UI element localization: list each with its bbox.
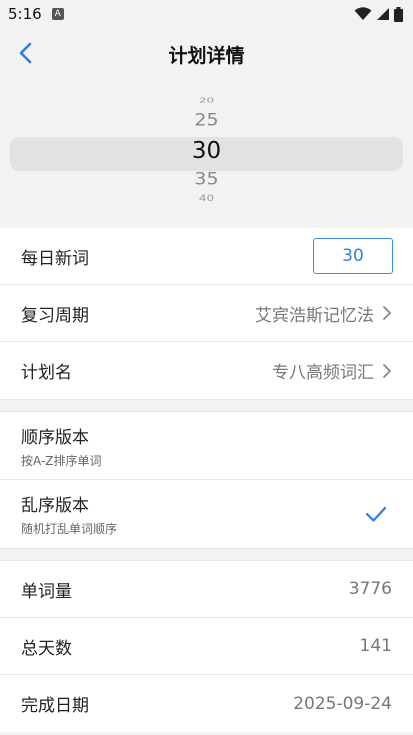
review-cycle-value-wrap: 艾宾浩斯记忆法 — [255, 301, 392, 326]
status-bar: 5:16 A — [0, 0, 413, 28]
section-divider — [0, 548, 413, 561]
section-divider — [0, 399, 413, 412]
review-cycle-label: 复习周期 — [21, 305, 89, 326]
settings-group: 每日新词 30 复习周期 艾宾浩斯记忆法 计划名 专八高频词汇 — [0, 228, 413, 399]
daily-new-words-row[interactable]: 每日新词 30 — [0, 228, 413, 285]
back-button[interactable] — [10, 38, 40, 68]
order-options-group: 顺序版本 按A-Z排序单词 乱序版本 随机打乱单词顺序 — [0, 412, 413, 548]
plan-name-row[interactable]: 计划名 专八高频词汇 — [0, 342, 413, 399]
signal-icon — [377, 8, 389, 20]
app-notification-icon: A — [51, 8, 64, 20]
picker-item[interactable]: 25 — [0, 110, 413, 130]
page-title: 计划详情 — [168, 44, 245, 67]
total-days-row: 总天数 141 — [0, 618, 413, 675]
finish-date-value: 2025-09-24 — [293, 693, 392, 714]
picker-item[interactable]: 35 — [0, 169, 413, 189]
stats-group: 单词量 3776 总天数 141 完成日期 2025-09-24 — [0, 561, 413, 732]
picker-item-selected[interactable]: 30 — [0, 138, 413, 164]
chevron-left-icon — [19, 42, 32, 64]
review-cycle-row[interactable]: 复习周期 艾宾浩斯记忆法 — [0, 285, 413, 342]
wifi-icon — [354, 7, 372, 20]
review-cycle-value: 艾宾浩斯记忆法 — [255, 305, 374, 326]
order-option-random[interactable]: 乱序版本 随机打乱单词顺序 — [0, 480, 413, 548]
plan-name-label: 计划名 — [21, 363, 72, 383]
daily-new-words-value[interactable]: 30 — [313, 238, 393, 274]
plan-name-value-wrap: 专八高频词汇 — [272, 358, 392, 383]
status-right — [354, 6, 403, 22]
total-days-label: 总天数 — [21, 638, 72, 659]
chevron-right-icon — [383, 363, 391, 378]
option-text: 顺序版本 按A-Z排序单词 — [21, 423, 102, 469]
checkmark-icon — [365, 506, 387, 522]
picker-item[interactable]: 20 — [0, 96, 413, 104]
option-title: 乱序版本 — [21, 496, 89, 516]
header: 计划详情 — [0, 28, 413, 80]
status-time: 5:16 — [8, 5, 42, 23]
option-subtitle: 按A-Z排序单词 — [21, 453, 102, 468]
option-subtitle: 随机打乱单词顺序 — [21, 522, 118, 536]
finish-date-row: 完成日期 2025-09-24 — [0, 675, 413, 732]
daily-words-picker[interactable]: 20 25 30 35 40 — [0, 80, 413, 228]
daily-new-words-label: 每日新词 — [21, 248, 89, 269]
chevron-right-icon — [383, 306, 391, 320]
plan-name-value: 专八高频词汇 — [272, 363, 374, 383]
status-left: 5:16 A — [8, 5, 64, 23]
finish-date-label: 完成日期 — [21, 696, 89, 716]
word-count-value: 3776 — [348, 579, 392, 599]
picker-item[interactable]: 40 — [0, 193, 413, 203]
option-title: 顺序版本 — [21, 427, 89, 448]
total-days-value: 141 — [359, 636, 392, 656]
word-count-row: 单词量 3776 — [0, 561, 413, 618]
battery-icon — [394, 6, 403, 22]
option-text: 乱序版本 随机打乱单词顺序 — [21, 491, 117, 537]
order-option-sequential[interactable]: 顺序版本 按A-Z排序单词 — [0, 412, 413, 480]
word-count-label: 单词量 — [21, 581, 72, 602]
